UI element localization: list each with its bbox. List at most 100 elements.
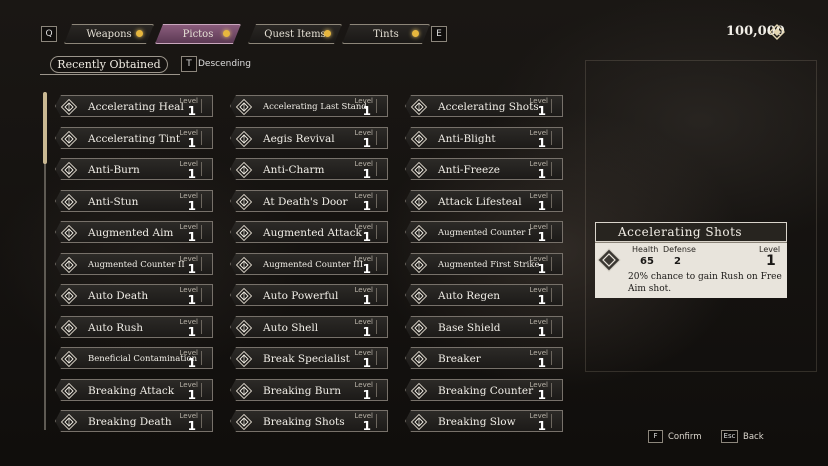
picto-card[interactable]: Auto Regen Level 1 (405, 284, 563, 306)
picto-name: At Death's Door (263, 196, 348, 208)
picto-icon (411, 99, 427, 115)
picto-icon (61, 351, 77, 367)
picto-name: Auto Death (88, 290, 149, 302)
picto-card[interactable]: Auto Powerful Level 1 (230, 284, 388, 306)
level-value: 1 (362, 199, 371, 213)
picto-card[interactable]: Anti-Burn Level 1 (55, 158, 213, 180)
picto-name: Aegis Revival (263, 133, 335, 145)
picto-card[interactable]: Breaking Shots Level 1 (230, 410, 388, 432)
picto-icon (61, 383, 77, 399)
tab-label: Quest Items (264, 28, 326, 40)
card-notch (551, 288, 558, 302)
level-value: 1 (362, 104, 371, 118)
picto-card[interactable]: Augmented Counter III Level 1 (230, 253, 388, 275)
divider (595, 242, 787, 243)
card-notch (201, 351, 208, 365)
picto-card[interactable]: Breaking Burn Level 1 (230, 379, 388, 401)
picto-card[interactable]: Breaking Counter Level 1 (405, 379, 563, 401)
card-notch (201, 257, 208, 271)
tab-quest-items[interactable]: Quest Items (248, 24, 342, 44)
picto-card[interactable]: Base Shield Level 1 (405, 316, 563, 338)
picto-name: Breaking Slow (438, 416, 516, 428)
picto-card[interactable]: Anti-Charm Level 1 (230, 158, 388, 180)
picto-card[interactable]: Accelerating Last Stand Level 1 (230, 95, 388, 117)
picto-card[interactable]: Anti-Freeze Level 1 (405, 158, 563, 180)
card-notch (551, 225, 558, 239)
back-hint[interactable]: Esc Back (721, 430, 764, 443)
card-notch (551, 383, 558, 397)
next-tab-key[interactable]: E (431, 26, 447, 42)
picto-card[interactable]: Attack Lifesteal Level 1 (405, 190, 563, 212)
picto-card[interactable]: At Death's Door Level 1 (230, 190, 388, 212)
picto-name: Accelerating Last Stand (263, 102, 367, 112)
card-notch (551, 131, 558, 145)
picto-icon (61, 320, 77, 336)
picto-icon (411, 351, 427, 367)
picto-card[interactable]: Break Specialist Level 1 (230, 347, 388, 369)
picto-card[interactable]: Accelerating Tint Level 1 (55, 127, 213, 149)
card-notch (376, 288, 383, 302)
picto-name: Attack Lifesteal (438, 196, 522, 208)
picto-icon (236, 162, 252, 178)
tab-weapons[interactable]: Weapons (64, 24, 154, 44)
picto-icon (236, 383, 252, 399)
picto-name: Anti-Burn (88, 164, 140, 176)
level-value: 1 (187, 199, 196, 213)
picto-card[interactable]: Augmented Attack Level 1 (230, 221, 388, 243)
defense-value: 2 (674, 256, 681, 267)
picto-card[interactable]: Breaking Slow Level 1 (405, 410, 563, 432)
card-notch (376, 320, 383, 334)
level-value: 1 (537, 262, 546, 276)
card-notch (376, 194, 383, 208)
scrollbar-thumb[interactable] (43, 92, 47, 164)
confirm-key: F (648, 430, 663, 443)
picto-card[interactable]: Breaking Attack Level 1 (55, 379, 213, 401)
tab-tints[interactable]: Tints (342, 24, 430, 44)
picto-card[interactable]: Beneficial Contamination Level 1 (55, 347, 213, 369)
picto-card[interactable]: Breaker Level 1 (405, 347, 563, 369)
divider (40, 74, 180, 75)
picto-card[interactable]: Auto Death Level 1 (55, 284, 213, 306)
picto-card[interactable]: Auto Shell Level 1 (230, 316, 388, 338)
detail-header: Accelerating Shots (595, 222, 787, 242)
picto-icon (236, 194, 252, 210)
detail-title: Accelerating Shots (618, 225, 743, 239)
picto-card[interactable]: Auto Rush Level 1 (55, 316, 213, 338)
picto-card[interactable]: Anti-Stun Level 1 (55, 190, 213, 212)
level-value: 1 (187, 356, 196, 370)
picto-card[interactable]: Accelerating Shots Level 1 (405, 95, 563, 117)
picto-name: Base Shield (438, 322, 501, 334)
picto-icon (236, 320, 252, 336)
card-notch (551, 257, 558, 271)
picto-card[interactable]: Anti-Blight Level 1 (405, 127, 563, 149)
card-notch (376, 257, 383, 271)
picto-card[interactable]: Augmented Aim Level 1 (55, 221, 213, 243)
health-label: Health (632, 245, 659, 254)
picto-name: Augmented Counter II (88, 260, 185, 270)
level-value: 1 (537, 293, 546, 307)
tab-label: Pictos (182, 28, 214, 40)
card-notch (201, 194, 208, 208)
card-notch (201, 131, 208, 145)
picto-card[interactable]: Augmented First Strike Level 1 (405, 253, 563, 275)
picto-card[interactable]: Accelerating Heal Level 1 (55, 95, 213, 117)
picto-name: Breaking Counter (438, 385, 534, 397)
card-notch (376, 162, 383, 176)
level-value: 1 (537, 199, 546, 213)
picto-name: Breaking Attack (88, 385, 175, 397)
picto-card[interactable]: Aegis Revival Level 1 (230, 127, 388, 149)
sort-dropdown[interactable]: Recently Obtained (50, 56, 168, 73)
picto-card[interactable]: Augmented Counter II Level 1 (55, 253, 213, 275)
level-value: 1 (362, 419, 371, 433)
picto-icon (61, 162, 77, 178)
sort-toggle-key[interactable]: T (181, 56, 197, 72)
picto-card[interactable]: Augmented Counter I Level 1 (405, 221, 563, 243)
confirm-hint[interactable]: F Confirm (648, 430, 702, 443)
sort-order[interactable]: Descending (198, 59, 251, 69)
prev-tab-key[interactable]: Q (41, 26, 57, 42)
tab-pictos[interactable]: Pictos (155, 24, 241, 44)
level-value: 1 (362, 230, 371, 244)
card-notch (551, 162, 558, 176)
picto-name: Augmented Counter III (263, 260, 364, 270)
picto-card[interactable]: Breaking Death Level 1 (55, 410, 213, 432)
